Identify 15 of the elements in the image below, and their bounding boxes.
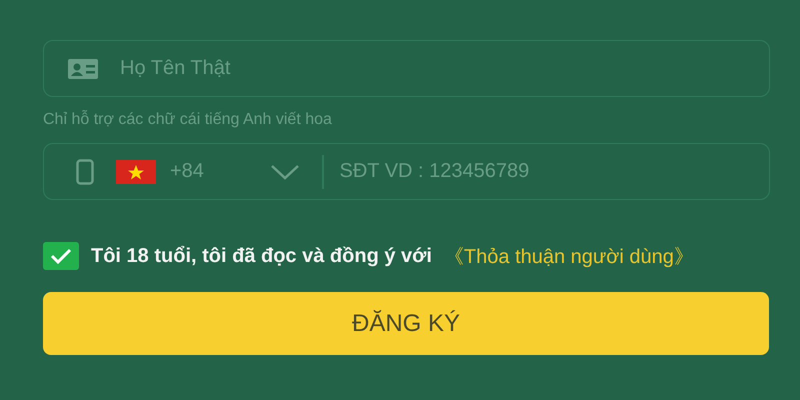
- name-field[interactable]: Họ Tên Thật: [43, 40, 770, 97]
- vietnam-flag-icon: [116, 160, 156, 184]
- hint-text: Chỉ hỗ trợ các chữ cái tiếng Anh viết hoa: [43, 111, 333, 129]
- agreement-text: Tôi 18 tuổi, tôi đã đọc và đồng ý với: [91, 244, 432, 268]
- terms-link[interactable]: 《Thỏa thuận người dùng》: [444, 242, 694, 270]
- name-input[interactable]: Họ Tên Thật: [118, 56, 769, 81]
- phone-field[interactable]: +84 SĐT VD : 123456789: [43, 143, 770, 200]
- chevron-down-icon[interactable]: [270, 164, 300, 180]
- phone-icon: [76, 158, 94, 184]
- phone-input[interactable]: SĐT VD : 123456789: [338, 159, 769, 184]
- id-card-icon: [68, 58, 98, 78]
- check-icon: [50, 247, 72, 265]
- checkbox[interactable]: [43, 242, 79, 270]
- country-code[interactable]: +84: [170, 160, 270, 183]
- register-button[interactable]: ĐĂNG KÝ: [43, 292, 769, 355]
